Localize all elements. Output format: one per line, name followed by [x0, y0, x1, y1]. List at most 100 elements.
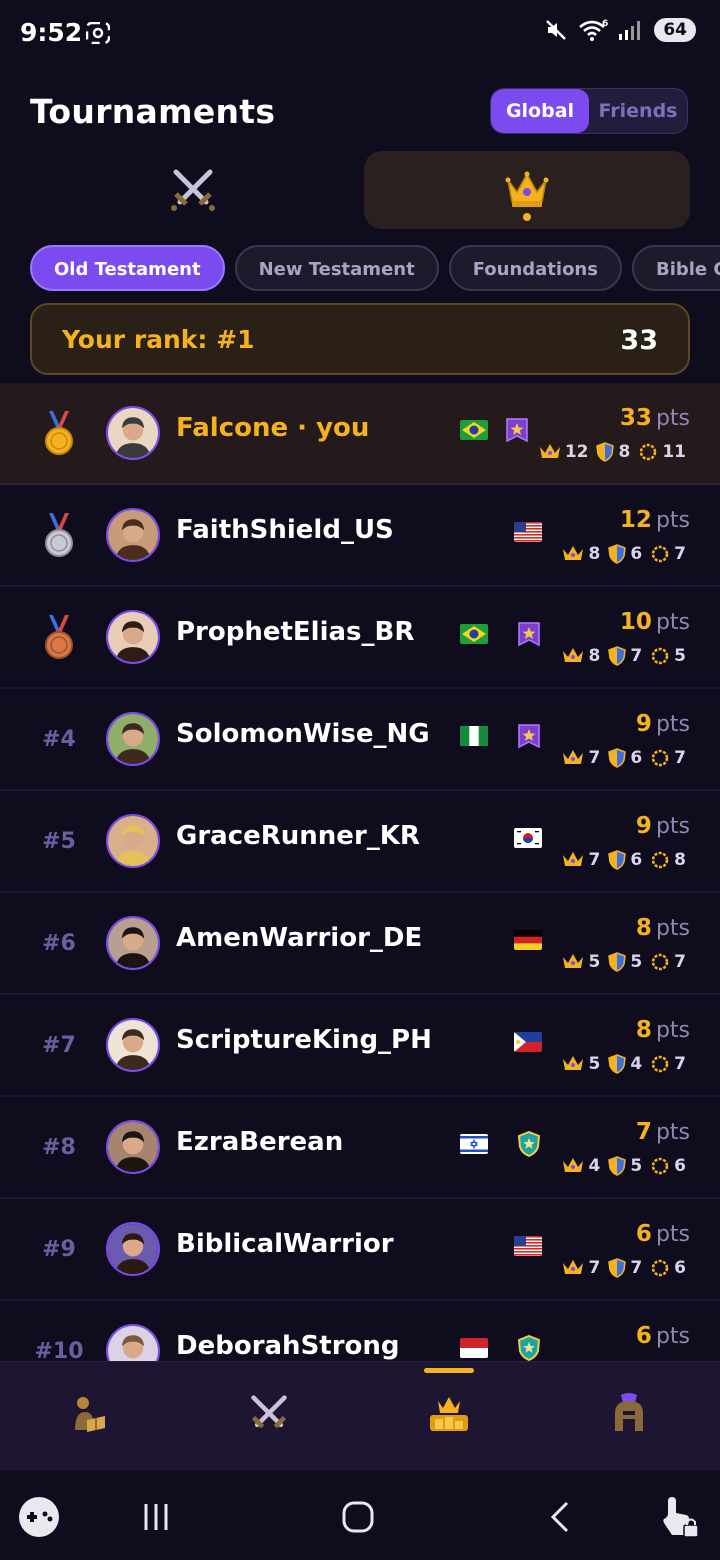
leaderboard-row[interactable]: ProphetElias_BR 10 pts 8 7 5 [0, 587, 720, 689]
usa-flag-icon [514, 522, 542, 542]
wreaths-count: 7 [674, 1054, 686, 1074]
player-stats: 7 6 7 [562, 748, 690, 768]
leaderboard-row[interactable]: #8 EzraBerean 7 pts 4 5 6 [0, 1097, 720, 1199]
scope-toggle: Global Friends [490, 88, 688, 134]
points: 8 pts [636, 1017, 690, 1043]
leaderboard-list[interactable]: Falcone · you 33 pts 12 8 11 FaithShield_US 12… [0, 383, 720, 1361]
nav-reading[interactable] [49, 1384, 129, 1444]
shield-stat-icon [608, 850, 627, 870]
leaderboard-row[interactable]: #10 DeborahStrong 6 pts [0, 1301, 720, 1361]
wreaths-count: 7 [674, 952, 686, 972]
brazil-flag-icon [460, 420, 488, 440]
crowns-count: 12 [564, 442, 589, 462]
avatar[interactable] [106, 712, 160, 766]
crowns-count: 8 [588, 646, 601, 666]
philippines-flag-icon [514, 1032, 542, 1052]
crowns-count: 5 [588, 952, 601, 972]
back-button[interactable] [540, 1492, 580, 1542]
avatar[interactable] [106, 610, 160, 664]
wreath-stat-icon [651, 647, 669, 665]
wifi-icon: 6 [579, 19, 608, 41]
accessibility-button[interactable] [656, 1492, 702, 1542]
gold-medal-icon [45, 411, 73, 455]
points-label: pts [655, 1120, 690, 1145]
touch-lock-icon [663, 1497, 699, 1538]
rank-position [30, 383, 88, 483]
chip-new-testament[interactable]: New Testament [234, 245, 439, 291]
crown-icon [505, 171, 549, 207]
chip-bible-co[interactable]: Bible Co [631, 245, 720, 291]
chip-old-testament[interactable]: Old Testament [30, 245, 225, 291]
leaderboard-row[interactable]: #4 SolomonWise_NG 9 pts 7 6 7 [0, 689, 720, 791]
avatar[interactable] [106, 508, 160, 562]
shields-count: 6 [630, 748, 643, 768]
points-value: 33 [619, 405, 652, 431]
your-rank-label: Your rank: #1 [62, 325, 255, 354]
mode-tabs [30, 151, 690, 229]
points: 9 pts [636, 813, 690, 839]
usa-flag-icon [514, 1236, 542, 1256]
crown-stat-icon [539, 444, 560, 458]
player-name: FaithShield_US [176, 515, 394, 545]
home-button[interactable] [336, 1492, 380, 1542]
rank-position: #7 [42, 1032, 76, 1058]
svg-text:6: 6 [602, 19, 608, 29]
leaderboard-row[interactable]: #5 GraceRunner_KR 9 pts 7 6 8 [0, 791, 720, 893]
player-name: ProphetElias_BR [176, 617, 415, 647]
mute-icon [546, 20, 567, 40]
nav-tournaments[interactable] [409, 1384, 489, 1444]
points: 6 pts [636, 1221, 690, 1247]
points: 8 pts [636, 915, 690, 941]
nav-battles[interactable] [229, 1384, 309, 1444]
nav-profile[interactable] [589, 1384, 669, 1444]
shields-count: 5 [630, 952, 643, 972]
player-name: DeborahStrong [176, 1331, 400, 1361]
points-value: 12 [619, 507, 652, 533]
tab-tournaments[interactable] [364, 151, 690, 229]
points-value: 10 [619, 609, 652, 635]
points-label: pts [655, 916, 690, 941]
shield-stat-icon [608, 544, 627, 564]
leaderboard-row[interactable]: #7 ScriptureKing_PH 8 pts 5 4 7 [0, 995, 720, 1097]
leaderboard-row-me[interactable]: Falcone · you 33 pts 12 8 11 [0, 383, 720, 485]
points-value: 9 [635, 813, 652, 839]
your-rank-score: 33 [620, 325, 658, 356]
avatar[interactable] [106, 814, 160, 868]
crown-stat-icon [563, 1158, 584, 1172]
avatar[interactable] [106, 1120, 160, 1174]
status-time: 9:52 [20, 18, 83, 47]
recent-apps-icon [144, 1504, 168, 1530]
points: 9 pts [636, 711, 690, 737]
crossed-swords-icon [171, 169, 215, 211]
gamepad-icon [19, 1497, 59, 1537]
leaderboard-row[interactable]: FaithShield_US 12 pts 8 6 7 [0, 485, 720, 587]
chip-foundations[interactable]: Foundations [448, 245, 622, 291]
scope-friends-button[interactable]: Friends [589, 89, 687, 133]
indonesia-flag-icon [460, 1338, 488, 1358]
leaderboard-row[interactable]: #9 BiblicalWarrior 6 pts 7 7 6 [0, 1199, 720, 1301]
points-label: pts [655, 1324, 690, 1349]
nigeria-flag-icon [460, 726, 488, 746]
player-name: EzraBerean [176, 1127, 344, 1157]
crown-stat-icon [563, 852, 584, 866]
game-launcher-button[interactable] [16, 1492, 62, 1542]
points-value: 7 [635, 1119, 652, 1145]
scope-global-button[interactable]: Global [491, 89, 589, 133]
shields-count: 4 [630, 1054, 643, 1074]
tab-battles[interactable] [30, 151, 356, 229]
points: 12 pts [620, 507, 690, 533]
recent-apps-button[interactable] [136, 1492, 176, 1542]
player-name: GraceRunner_KR [176, 821, 420, 851]
avatar[interactable] [106, 1222, 160, 1276]
wreath-stat-icon [651, 1157, 669, 1175]
leaderboard-row[interactable]: #6 AmenWarrior_DE 8 pts 5 5 7 [0, 893, 720, 995]
rank-position: #4 [42, 726, 76, 752]
avatar[interactable] [106, 1018, 160, 1072]
points-label: pts [655, 814, 690, 839]
points-label: pts [655, 1222, 690, 1247]
avatar[interactable] [106, 1324, 160, 1361]
crowns-count: 7 [588, 748, 601, 768]
wreaths-count: 7 [674, 544, 686, 564]
avatar[interactable] [106, 406, 160, 460]
avatar[interactable] [106, 916, 160, 970]
